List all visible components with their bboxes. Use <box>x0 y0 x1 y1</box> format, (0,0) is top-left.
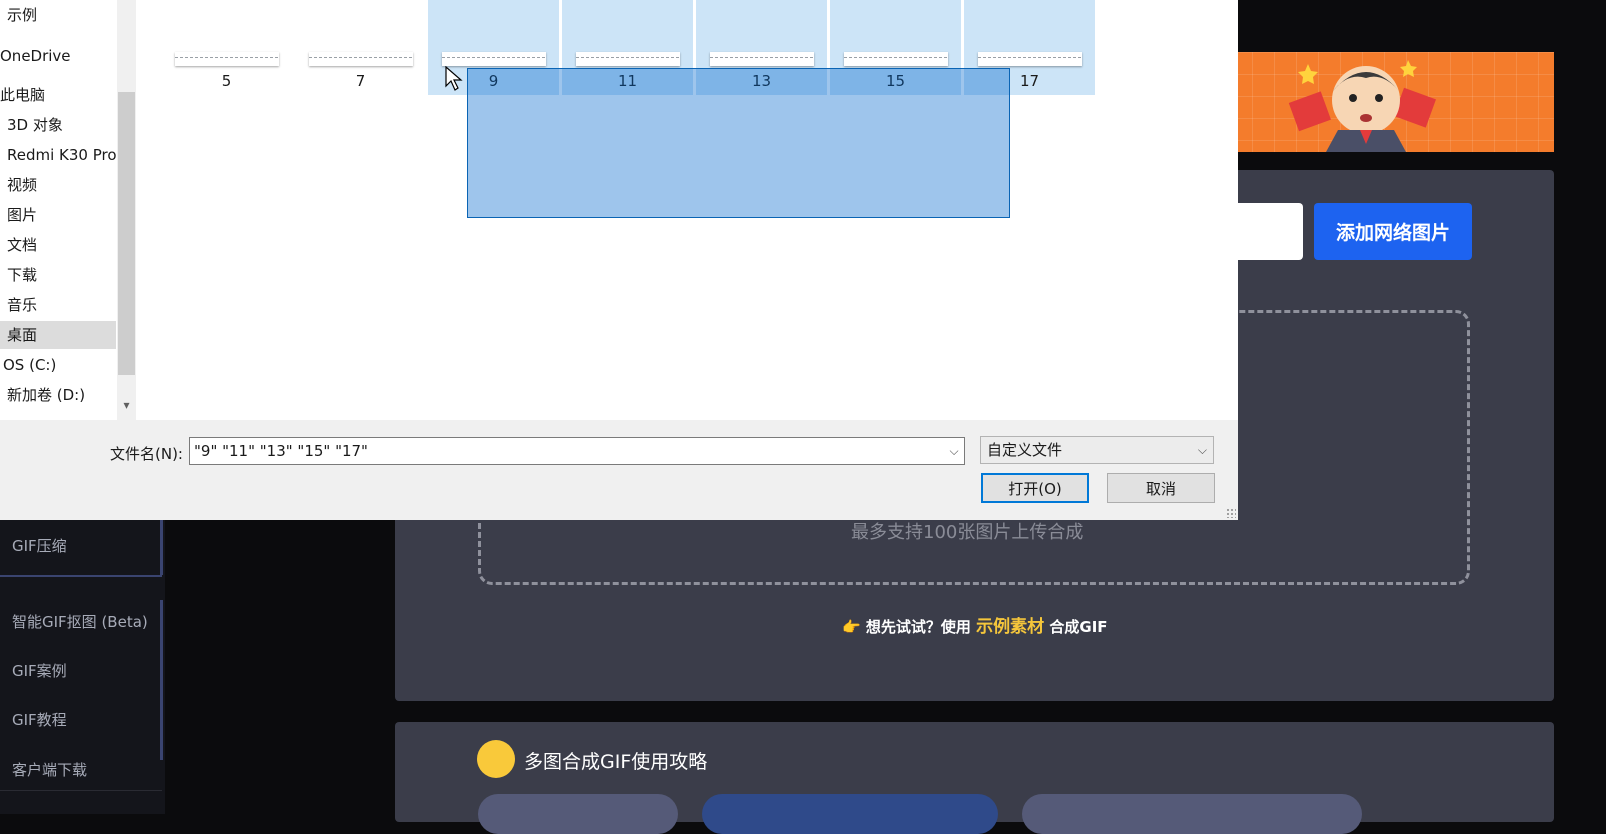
nav-item-label: OneDrive <box>0 47 71 65</box>
nav-item-onedrive[interactable]: OneDrive <box>0 42 116 70</box>
file-name: 7 <box>355 72 366 90</box>
nav-item-music[interactable]: 音乐 <box>0 291 116 319</box>
guide-title: 多图合成GIF使用攻略 <box>524 751 708 773</box>
nav-item-3d-objects[interactable]: 3D 对象 <box>0 111 116 139</box>
hugging-face-icon <box>477 740 515 778</box>
filename-label: 文件名(N): <box>110 445 183 463</box>
sidebar-item-gif-cases[interactable]: GIF案例 <box>12 660 67 681</box>
guide-card[interactable] <box>478 794 678 834</box>
cartoon-businessman-illustration <box>1208 60 1436 152</box>
document-thumbnail-icon <box>442 52 546 66</box>
nav-item-label: 文档 <box>7 236 38 254</box>
nav-item-label: Redmi K30 Pro <box>7 146 117 164</box>
document-thumbnail-icon <box>710 52 814 66</box>
nav-item-label: 示例 <box>7 6 38 24</box>
nav-item-examples[interactable]: 示例 <box>0 1 116 29</box>
open-button[interactable]: 打开(O) <box>981 473 1089 503</box>
nav-item-videos[interactable]: 视频 <box>0 171 116 199</box>
sidebar-item-gif-matting[interactable]: 智能GIF抠图 (Beta) <box>12 611 148 632</box>
nav-item-documents[interactable]: 文档 <box>0 231 116 259</box>
try-prefix: 想先试试？使用 <box>865 618 971 636</box>
nav-scrollbar-thumb[interactable] <box>118 92 135 375</box>
mouse-cursor-icon <box>445 66 463 91</box>
sample-material-link[interactable]: 示例素材 <box>976 617 1044 637</box>
try-suffix: 合成GIF <box>1049 618 1108 636</box>
promo-banner[interactable] <box>1208 52 1554 152</box>
sidebar-item-gif-compress[interactable]: GIF压缩 <box>12 535 67 556</box>
nav-item-label: 此电脑 <box>0 86 46 104</box>
nav-item-label: 图片 <box>7 206 38 224</box>
filetype-value: 自定义文件 <box>987 441 1063 459</box>
selection-marquee <box>467 68 1010 218</box>
chevron-down-icon[interactable]: ⌵ <box>945 438 963 464</box>
sidebar-item-gif-tutorial[interactable]: GIF教程 <box>12 709 67 730</box>
document-thumbnail-icon <box>844 52 948 66</box>
file-tile[interactable]: 5 <box>161 0 292 95</box>
file-open-dialog: 示例 OneDrive 此电脑 3D 对象 Redmi K30 Pro 视频 图… <box>0 0 1238 520</box>
try-sample-line: 👉 想先试试？使用 示例素材 合成GIF <box>842 612 1108 637</box>
nav-item-label: 视频 <box>7 176 38 194</box>
cancel-button[interactable]: 取消 <box>1107 473 1215 503</box>
nav-item-desktop[interactable]: 桌面 <box>0 321 116 349</box>
nav-item-label: 桌面 <box>7 326 38 344</box>
file-tile[interactable]: 7 <box>295 0 426 95</box>
nav-item-label: 下载 <box>7 266 38 284</box>
sidebar-active-bar <box>160 520 163 575</box>
pointing-hand-icon: 👉 <box>842 618 861 636</box>
scroll-down-arrow-icon[interactable]: ▾ <box>118 398 135 416</box>
nav-item-pictures[interactable]: 图片 <box>0 201 116 229</box>
nav-item-drive-d[interactable]: 新加卷 (D:) <box>0 381 116 409</box>
nav-item-label: 新加卷 (D:) <box>7 386 86 404</box>
filetype-select[interactable]: 自定义文件 ⌵ <box>980 436 1214 464</box>
dialog-footer <box>0 420 1238 520</box>
document-thumbnail-icon <box>978 52 1082 66</box>
sidebar-divider <box>0 575 162 577</box>
sidebar-divider <box>0 790 162 791</box>
add-network-image-button[interactable]: 添加网络图片 <box>1314 203 1472 260</box>
document-thumbnail-icon <box>175 52 279 66</box>
file-name: 5 <box>221 72 232 90</box>
document-thumbnail-icon <box>576 52 680 66</box>
nav-item-this-pc[interactable]: 此电脑 <box>0 81 116 109</box>
filename-input[interactable]: "9" "11" "13" "15" "17" <box>189 437 965 465</box>
chevron-down-icon: ⌵ <box>1197 443 1207 457</box>
nav-item-downloads[interactable]: 下载 <box>0 261 116 289</box>
navigation-pane: 示例 OneDrive 此电脑 3D 对象 Redmi K30 Pro 视频 图… <box>0 0 117 420</box>
sidebar-item-client-download[interactable]: 客户端下载 <box>12 759 87 780</box>
nav-item-label: OS (C:) <box>3 356 57 374</box>
document-thumbnail-icon <box>309 52 413 66</box>
dropzone-hint: 最多支持100张图片上传合成 <box>851 522 1084 543</box>
nav-item-label: 音乐 <box>7 296 38 314</box>
nav-item-phone[interactable]: Redmi K30 Pro <box>0 141 117 169</box>
guide-card[interactable] <box>1022 794 1362 834</box>
guide-card[interactable] <box>702 794 998 834</box>
nav-item-label: 3D 对象 <box>7 116 63 134</box>
sidebar-active-bar <box>160 600 163 760</box>
nav-item-drive-c[interactable]: OS (C:) <box>0 351 116 379</box>
resize-grip-icon[interactable] <box>1226 508 1236 518</box>
